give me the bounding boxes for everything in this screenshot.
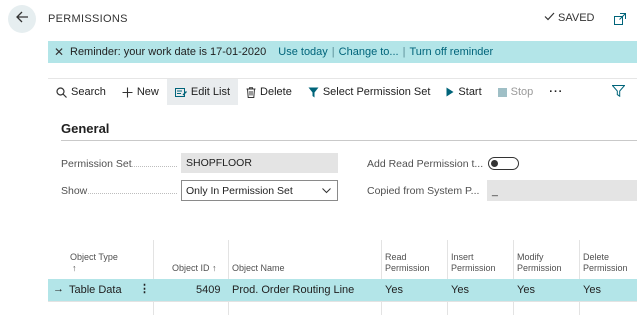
chevron-down-icon — [322, 185, 331, 197]
column-header-read-permission[interactable]: Read Permission — [385, 252, 430, 274]
header-line: Modify — [517, 252, 544, 262]
permission-set-label: Permission Set — [61, 158, 132, 170]
general-section-title[interactable]: General — [61, 121, 109, 136]
use-today-link[interactable]: Use today — [278, 46, 328, 58]
add-read-permission-label: Add Read Permission t... — [367, 158, 484, 170]
show-dropdown[interactable]: Only In Permission Set — [181, 180, 338, 201]
field-leader-dots — [132, 166, 177, 167]
filter-pane-button[interactable] — [611, 84, 626, 102]
delete-permission-cell[interactable]: Yes — [583, 284, 601, 296]
action-bar: Search New Edit List Delete Select Permi… — [48, 78, 637, 105]
modify-permission-cell[interactable]: Yes — [517, 284, 535, 296]
toggle-knob — [491, 160, 498, 167]
popout-icon — [614, 12, 626, 29]
header-line: Delete — [583, 252, 610, 262]
stop-icon — [497, 87, 507, 97]
change-to-link[interactable]: Change to... — [339, 46, 399, 58]
show-label: Show — [61, 185, 88, 197]
delete-button[interactable]: Delete — [238, 79, 300, 105]
object-type-cell[interactable]: Table Data — [69, 284, 122, 296]
work-date-reminder-banner: ✕ Reminder: your work date is 17-01-2020… — [48, 41, 637, 63]
column-header-object-type[interactable]: Object Type ↑ — [70, 252, 118, 274]
row-actions-menu-icon[interactable]: ⋮ — [139, 282, 150, 295]
object-name-cell[interactable]: Prod. Order Routing Line — [232, 284, 354, 296]
select-permission-set-label: Select Permission Set — [322, 86, 431, 98]
banner-separator: | — [331, 46, 335, 58]
turn-off-reminder-link[interactable]: Turn off reminder — [409, 46, 493, 58]
stop-button[interactable]: Stop — [490, 79, 542, 105]
table-row[interactable]: → Table Data ⋮ 5409 Prod. Order Routing … — [48, 279, 637, 301]
play-icon — [446, 87, 454, 97]
row-selected-arrow-icon: → — [53, 283, 64, 295]
edit-list-icon — [174, 87, 187, 98]
header-line: Permission — [385, 263, 430, 273]
delete-label: Delete — [260, 86, 292, 98]
banner-separator: | — [402, 46, 406, 58]
edit-list-label: Edit List — [190, 86, 231, 98]
permission-set-field[interactable]: SHOPFLOOR — [181, 153, 338, 173]
checkmark-icon — [544, 12, 555, 24]
header-line: Permission — [583, 263, 628, 273]
insert-permission-cell[interactable]: Yes — [451, 284, 469, 296]
copied-from-system-field[interactable]: _ — [487, 180, 637, 201]
add-read-permission-toggle[interactable] — [488, 157, 519, 170]
column-header-insert-permission[interactable]: Insert Permission — [451, 252, 496, 274]
funnel-icon — [308, 87, 319, 98]
column-header-delete-permission[interactable]: Delete Permission — [583, 252, 628, 274]
object-type-header-label: Object Type — [70, 252, 118, 262]
header-line: Insert — [451, 252, 474, 262]
field-leader-dots — [88, 193, 177, 194]
reminder-message: Reminder: your work date is 17-01-2020 — [70, 46, 267, 58]
empty-table-row[interactable] — [48, 301, 637, 315]
select-permission-set-button[interactable]: Select Permission Set — [300, 79, 439, 105]
object-id-cell[interactable]: 5409 — [196, 284, 220, 296]
header-line: Read — [385, 252, 407, 262]
read-permission-cell[interactable]: Yes — [385, 284, 403, 296]
grid-header: Object Type ↑ Object ID ↑ Object Name Re… — [48, 240, 637, 277]
column-header-modify-permission[interactable]: Modify Permission — [517, 252, 562, 274]
sort-ascending-icon: ↑ — [72, 263, 77, 273]
new-button[interactable]: New — [114, 79, 167, 105]
close-icon[interactable]: ✕ — [48, 45, 70, 59]
search-button[interactable]: Search — [48, 79, 114, 105]
section-divider — [61, 140, 637, 141]
start-label: Start — [458, 86, 482, 98]
show-selected-value: Only In Permission Set — [186, 184, 293, 197]
search-label: Search — [71, 86, 106, 98]
saved-label: SAVED — [558, 12, 595, 24]
start-button[interactable]: Start — [438, 79, 489, 105]
copied-from-system-label: Copied from System P... — [367, 185, 480, 197]
filter-icon — [611, 84, 626, 101]
more-options-button[interactable]: ··· — [541, 79, 571, 105]
back-button[interactable] — [8, 5, 36, 33]
page-caption: PERMISSIONS — [48, 13, 128, 25]
arrow-left-icon — [15, 10, 29, 29]
column-header-object-name[interactable]: Object Name — [232, 263, 285, 274]
new-label: New — [136, 86, 159, 98]
trash-icon — [246, 86, 256, 98]
edit-list-button[interactable]: Edit List — [166, 79, 239, 105]
stop-label: Stop — [510, 86, 534, 98]
header-line: Permission — [451, 263, 496, 273]
ellipsis-icon: ··· — [549, 86, 564, 98]
column-header-object-id[interactable]: Object ID ↑ — [172, 263, 217, 274]
plus-icon — [122, 87, 133, 98]
header-line: Permission — [517, 263, 562, 273]
search-icon — [56, 86, 67, 98]
saved-status: SAVED — [544, 12, 594, 24]
open-new-window-button[interactable] — [614, 12, 626, 30]
